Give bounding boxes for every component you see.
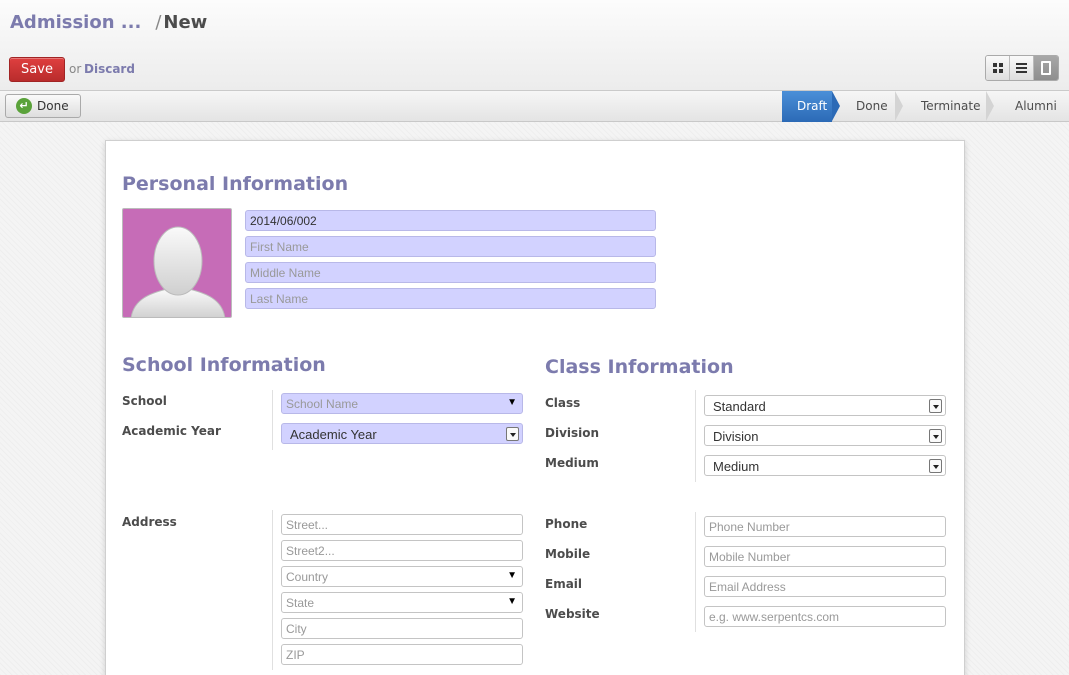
student-photo[interactable] [122, 208, 232, 318]
state-placeholder: State [286, 596, 315, 610]
division-value: Division [713, 429, 759, 444]
class-information-title: Class Information [545, 356, 734, 378]
divider [695, 512, 696, 632]
stage-done[interactable]: Done [832, 91, 903, 122]
done-button-label: Done [37, 99, 69, 113]
dropdown-arrow-icon: ▼ [507, 570, 517, 581]
avatar-silhouette-icon [130, 226, 226, 317]
stage-alumni[interactable]: Alumni [986, 91, 1069, 122]
breadcrumb-separator: / [155, 12, 162, 33]
school-label: School [122, 394, 167, 408]
email-field[interactable]: Email Address [704, 576, 946, 597]
class-select[interactable]: Standard [704, 395, 946, 416]
breadcrumb: Admission ... / New [10, 12, 207, 33]
form-icon [1041, 61, 1051, 75]
street2-field[interactable]: Street2... [281, 540, 523, 561]
website-field[interactable]: e.g. www.serpentcs.com [704, 606, 946, 627]
breadcrumb-admission-link[interactable]: Admission ... [10, 12, 141, 33]
academic-year-select[interactable]: Academic Year [281, 423, 523, 444]
division-select[interactable]: Division [704, 425, 946, 446]
academic-year-value: Academic Year [290, 427, 377, 442]
view-switcher [985, 55, 1059, 81]
website-label: Website [545, 607, 600, 621]
street-field[interactable]: Street... [281, 514, 523, 535]
divider [272, 390, 273, 450]
form-view-button[interactable] [1034, 56, 1058, 80]
dropdown-arrow-icon: ▼ [507, 596, 517, 607]
school-information-title: School Information [122, 354, 326, 376]
class-label: Class [545, 396, 581, 410]
phone-label: Phone [545, 517, 588, 531]
dropdown-button-icon [929, 429, 942, 443]
stage-draft[interactable]: Draft [782, 91, 840, 122]
stage-terminate[interactable]: Terminate [895, 91, 994, 122]
school-select[interactable]: School Name ▼ [281, 393, 523, 414]
city-field[interactable]: City [281, 618, 523, 639]
medium-value: Medium [713, 459, 760, 474]
status-bar: ↵ Done Draft Done Terminate Alumni [0, 91, 1069, 122]
stage-pipeline: Draft Done Terminate Alumni [782, 91, 1069, 122]
address-label: Address [122, 515, 177, 529]
medium-label: Medium [545, 456, 599, 470]
list-view-button[interactable] [1010, 56, 1034, 80]
phone-field[interactable]: Phone Number [704, 516, 946, 537]
email-label: Email [545, 577, 583, 591]
discard-link[interactable]: Discard [84, 62, 135, 76]
last-name-field[interactable]: Last Name [245, 288, 656, 309]
done-button[interactable]: ↵ Done [5, 94, 81, 118]
medium-select[interactable]: Medium [704, 455, 946, 476]
dropdown-button-icon [506, 427, 519, 441]
mobile-field[interactable]: Mobile Number [704, 546, 946, 567]
control-panel: Admission ... / New Save or Discard [0, 0, 1069, 91]
admission-number-field[interactable]: 2014/06/002 [245, 210, 656, 231]
class-value: Standard [713, 399, 766, 414]
dropdown-button-icon [929, 459, 942, 473]
state-select[interactable]: State ▼ [281, 592, 523, 613]
dropdown-arrow-icon: ▼ [507, 397, 517, 408]
kanban-view-button[interactable] [986, 56, 1010, 80]
list-icon [1016, 61, 1027, 75]
division-label: Division [545, 426, 600, 440]
save-button[interactable]: Save [9, 57, 65, 82]
or-text: or [69, 62, 82, 76]
dropdown-button-icon [929, 399, 942, 413]
breadcrumb-current: New [163, 12, 208, 33]
kanban-icon [992, 63, 1003, 73]
middle-name-field[interactable]: Middle Name [245, 262, 656, 283]
country-select[interactable]: Country ▼ [281, 566, 523, 587]
country-placeholder: Country [286, 570, 329, 584]
divider [695, 390, 696, 482]
first-name-field[interactable]: First Name [245, 236, 656, 257]
school-select-placeholder: School Name [286, 397, 359, 411]
divider [272, 510, 273, 670]
zip-field[interactable]: ZIP [281, 644, 523, 665]
done-arrow-icon: ↵ [16, 98, 32, 114]
mobile-label: Mobile [545, 547, 591, 561]
personal-information-title: Personal Information [122, 173, 349, 195]
academic-year-label: Academic Year [122, 424, 221, 438]
